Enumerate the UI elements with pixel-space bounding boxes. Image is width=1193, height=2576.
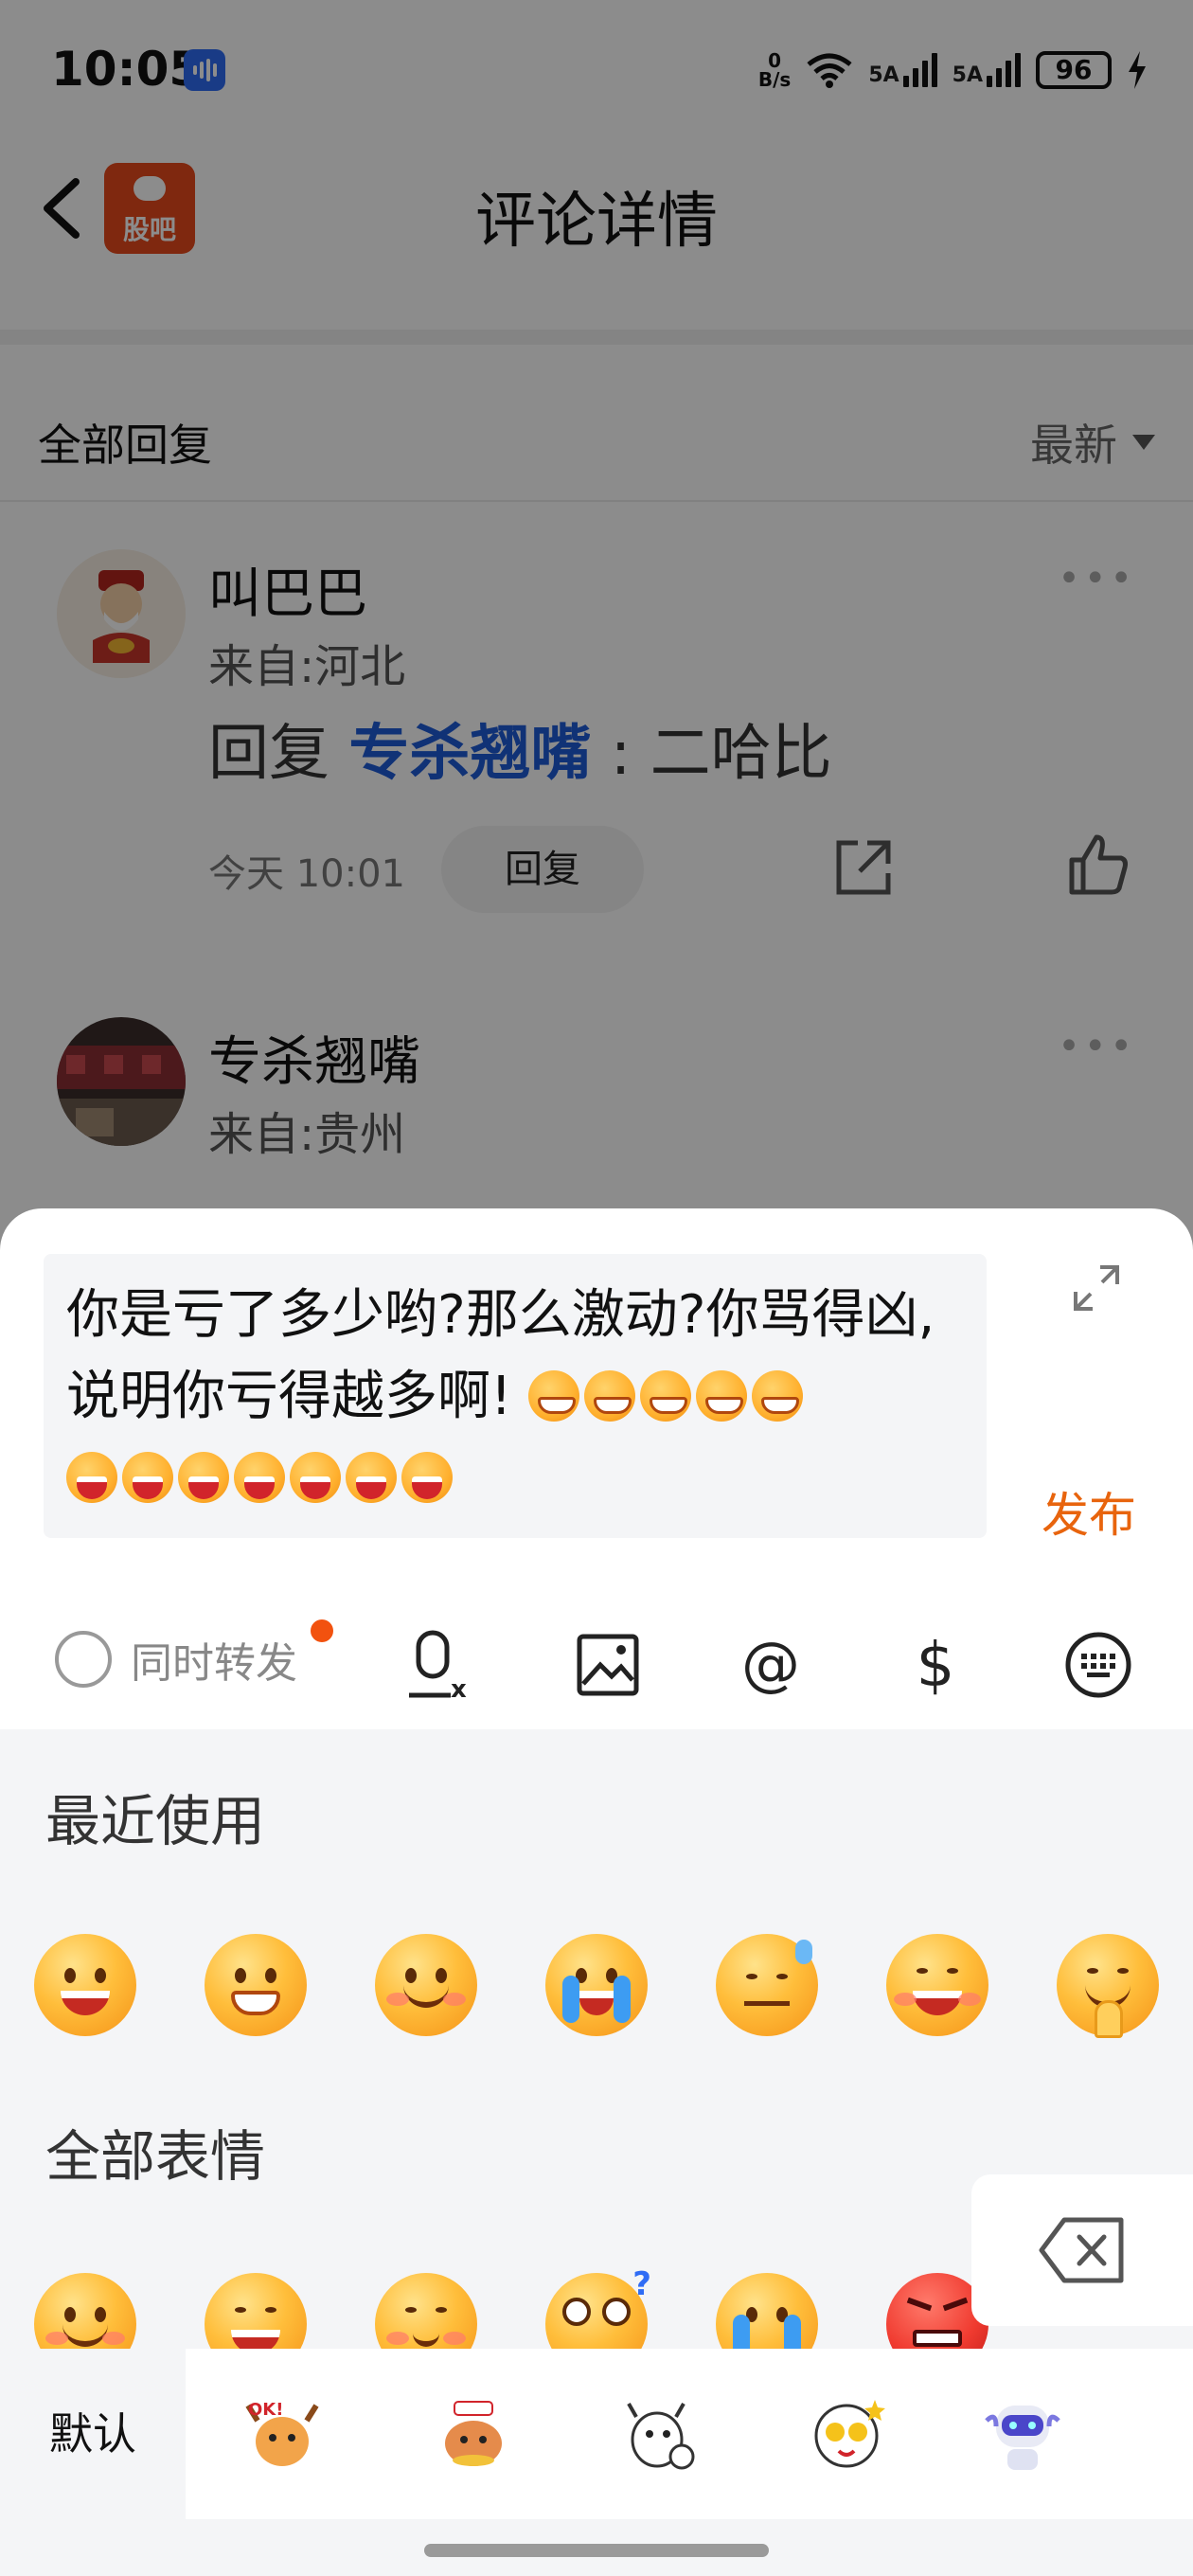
laugh-emoji-inline xyxy=(122,1452,173,1503)
grinning-emoji[interactable] xyxy=(205,1934,307,2036)
robot-sticker-icon[interactable] xyxy=(981,2392,1064,2476)
grin-emoji-inline xyxy=(752,1370,804,1422)
star-eye-sticker-icon[interactable] xyxy=(805,2392,888,2476)
dollar-icon[interactable]: $ xyxy=(899,1629,971,1701)
svg-text:@: @ xyxy=(741,1629,800,1698)
grin-emoji-inline xyxy=(696,1370,748,1422)
notification-dot xyxy=(311,1619,333,1642)
sticker-pack-list: OK! xyxy=(186,2349,1193,2519)
recent-emoji-title: 最近使用 xyxy=(45,1789,266,1853)
ok-bull-sticker-icon[interactable]: OK! xyxy=(240,2392,324,2476)
comment-input[interactable]: 你是亏了多少哟?那么激动?你骂得凶,说明你亏得越多啊! xyxy=(44,1254,987,1538)
svg-text:$: $ xyxy=(917,1631,955,1701)
expand-icon[interactable] xyxy=(1068,1260,1125,1316)
laugh-emoji-inline xyxy=(234,1452,285,1503)
grin-emoji-inline xyxy=(640,1370,692,1422)
sticker-pack-bar: 默认 OK! xyxy=(0,2349,1193,2519)
grin-emoji-inline xyxy=(528,1370,580,1422)
sweat-smirk-emoji[interactable] xyxy=(716,1934,818,2036)
laugh-emoji-inline xyxy=(66,1452,117,1503)
happy-tongue-emoji[interactable] xyxy=(886,1934,988,2036)
laugh-emoji-inline xyxy=(346,1452,397,1503)
laugh-emoji-inline xyxy=(401,1452,453,1503)
repost-label: 同时转发 xyxy=(131,1639,297,1688)
grin-emoji-inline xyxy=(584,1370,636,1422)
praying-smile-emoji[interactable] xyxy=(1057,1934,1159,2038)
laughing-emoji[interactable] xyxy=(34,1934,136,2036)
image-icon[interactable] xyxy=(572,1629,644,1701)
svg-text:OK!: OK! xyxy=(248,2400,283,2420)
laugh-emoji-inline xyxy=(290,1452,341,1503)
publish-button[interactable]: 发布 xyxy=(1042,1477,1136,1546)
default-pack-tab[interactable]: 默认 xyxy=(0,2349,186,2519)
voice-to-text-icon[interactable]: x xyxy=(407,1629,479,1704)
all-emoji-title: 全部表情 xyxy=(45,2124,266,2189)
at-icon[interactable]: @ xyxy=(735,1629,807,1701)
delete-emoji-button[interactable] xyxy=(971,2174,1193,2326)
cow-sticker-icon[interactable] xyxy=(619,2392,703,2476)
smiling-emoji[interactable] xyxy=(375,1934,477,2036)
backspace-icon xyxy=(1039,2217,1124,2283)
reply-composer-sheet: 你是亏了多少哟?那么激动?你骂得凶,说明你亏得越多啊! 发布 同时转发 x @ … xyxy=(0,1208,1193,2576)
radio-icon xyxy=(55,1631,112,1688)
crying-emoji[interactable] xyxy=(545,1934,648,2036)
composer-toolbar: 同时转发 x @ $ xyxy=(0,1587,1193,1729)
repost-toggle[interactable]: 同时转发 xyxy=(55,1629,297,1690)
keyboard-icon[interactable] xyxy=(1062,1629,1134,1701)
home-indicator[interactable] xyxy=(424,2544,769,2557)
svg-text:x: x xyxy=(451,1675,467,1701)
laugh-emoji-inline xyxy=(178,1452,229,1503)
bull-coin-sticker-icon[interactable] xyxy=(432,2392,515,2476)
